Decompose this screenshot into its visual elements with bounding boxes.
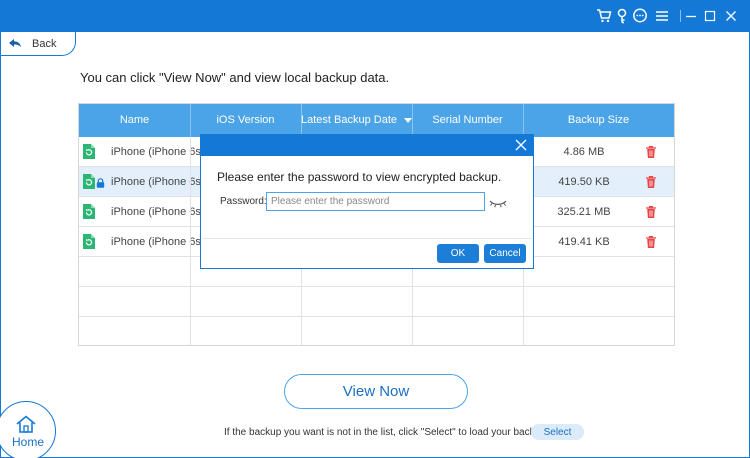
password-dialog: Please enter the password to view encryp… xyxy=(200,134,534,269)
view-now-button[interactable]: View Now xyxy=(284,374,468,409)
back-button[interactable]: Back xyxy=(0,32,76,56)
backup-file-icon xyxy=(83,144,95,159)
titlebar-divider xyxy=(680,10,681,22)
column-header-name[interactable]: Name xyxy=(79,104,190,137)
footer-note: If the backup you want is not in the lis… xyxy=(224,427,549,438)
title-bar xyxy=(0,0,750,32)
column-header-ios-version[interactable]: iOS Version xyxy=(190,104,301,137)
empty-row xyxy=(79,287,674,317)
column-header-backup-date-label: Latest Backup Date xyxy=(301,114,398,126)
backup-file-icon xyxy=(83,204,95,219)
close-icon[interactable] xyxy=(722,7,740,25)
back-arrow-icon xyxy=(8,37,22,51)
trash-icon[interactable] xyxy=(646,146,656,161)
dialog-header xyxy=(201,135,533,156)
show-password-eye-icon[interactable] xyxy=(489,197,507,211)
cart-icon[interactable] xyxy=(595,7,613,25)
dialog-message: Please enter the password to view encryp… xyxy=(217,170,502,184)
backup-file-icon xyxy=(83,234,95,249)
column-header-backup-date[interactable]: Latest Backup Date xyxy=(301,104,413,137)
instruction-text: You can click "View Now" and view local … xyxy=(80,70,390,85)
home-icon xyxy=(15,415,37,436)
select-button[interactable]: Select xyxy=(531,424,584,440)
trash-icon[interactable] xyxy=(646,206,656,221)
empty-row xyxy=(79,317,674,347)
dialog-close-icon[interactable] xyxy=(514,138,528,152)
table-header: Name iOS Version Latest Backup Date Seri… xyxy=(79,104,674,137)
ok-button[interactable]: OK xyxy=(437,244,479,263)
backup-file-icon xyxy=(83,174,95,189)
chat-icon[interactable] xyxy=(631,7,649,25)
menu-icon[interactable] xyxy=(653,7,671,25)
trash-icon[interactable] xyxy=(646,236,656,251)
back-label: Back xyxy=(32,37,57,50)
password-label: Password: xyxy=(220,196,267,207)
column-header-backup-size[interactable]: Backup Size xyxy=(523,104,674,137)
key-icon[interactable] xyxy=(613,7,631,25)
home-label: Home xyxy=(11,435,44,449)
lock-icon xyxy=(96,177,105,191)
column-divider xyxy=(190,137,191,345)
column-header-serial-number[interactable]: Serial Number xyxy=(412,104,523,137)
cancel-button[interactable]: Cancel xyxy=(484,244,526,263)
home-button[interactable]: Home xyxy=(0,401,56,458)
dialog-divider xyxy=(202,238,532,239)
trash-icon[interactable] xyxy=(646,176,656,191)
minimize-icon[interactable] xyxy=(682,7,700,25)
maximize-icon[interactable] xyxy=(701,7,719,25)
sort-down-icon xyxy=(404,117,413,123)
password-input[interactable] xyxy=(266,192,485,211)
